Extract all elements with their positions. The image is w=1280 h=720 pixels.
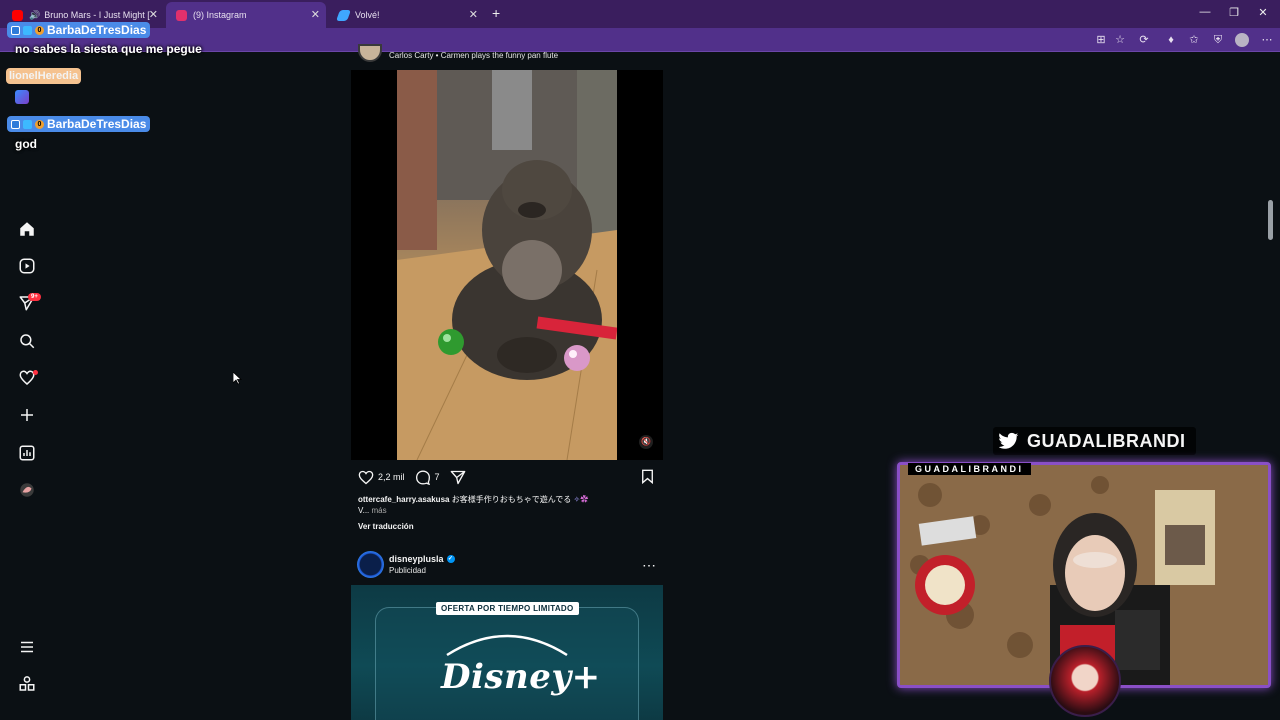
chart-icon[interactable] <box>17 443 37 463</box>
sponsored-label: Publicidad <box>389 566 426 575</box>
verified-badge-icon: ✓ <box>446 555 455 563</box>
share-icon[interactable] <box>450 470 466 485</box>
webcam-label: GUADALIBRANDI <box>908 463 1031 475</box>
messages-badge: 9+ <box>28 293 41 301</box>
search-icon[interactable] <box>17 331 37 351</box>
emoji-icon: ✿ <box>580 495 589 504</box>
favorite-star-icon[interactable]: ☆ <box>1113 33 1127 47</box>
home-icon[interactable] <box>17 219 37 239</box>
translate-link[interactable]: Ver traducción <box>358 522 414 531</box>
audio-attribution[interactable]: Carlos Carty • Carmen plays the funny pa… <box>389 51 558 60</box>
favorites-icon[interactable]: ✩ <box>1187 33 1201 47</box>
tab-title: (9) Instagram <box>193 10 247 20</box>
chat-message: god <box>15 137 37 151</box>
grid-icon[interactable] <box>17 674 37 694</box>
close-window-icon[interactable]: ✕ <box>1256 6 1270 19</box>
instagram-favicon-icon <box>176 9 187 21</box>
plus-icon[interactable] <box>17 405 37 425</box>
comments-count: 7 <box>434 472 440 482</box>
video-frame <box>397 70 617 460</box>
tab-instagram[interactable]: (9) Instagram ✕ <box>166 2 326 28</box>
chat-username: lionelHeredia <box>6 68 82 84</box>
caption-text: お客様手作りおもちゃで遊んでる <box>451 495 572 504</box>
caption-truncated: V... <box>358 506 370 515</box>
speaker-icon: 🔊 <box>29 9 41 20</box>
new-tab-button[interactable]: + <box>492 5 500 21</box>
ad-media[interactable]: OFERTA POR TIEMPO LIMITADO Disney+ <box>351 585 663 720</box>
scrollbar-thumb[interactable] <box>1268 200 1273 240</box>
chat-badge-icon <box>23 25 32 35</box>
notification-dot <box>33 370 38 375</box>
ad-banner: OFERTA POR TIEMPO LIMITADO <box>436 602 579 615</box>
ad-logo-text: Disney+ <box>441 657 601 697</box>
tab-title: Volvé! <box>355 10 380 20</box>
apps-icon[interactable]: ⊞ <box>1094 33 1108 47</box>
like-icon[interactable] <box>358 470 374 485</box>
vtuber-avatar <box>1049 645 1121 717</box>
twitter-handle-tag: GUADALIBRANDI <box>993 427 1196 455</box>
more-options-icon[interactable]: ⋯ <box>1260 33 1274 47</box>
likes-count: 2,2 mil <box>378 472 405 482</box>
otter-scene <box>397 70 617 460</box>
caption-username[interactable]: ottercafe_harry.asakusa <box>358 495 449 504</box>
menu-icon[interactable] <box>17 637 37 657</box>
mute-icon[interactable]: 🔇 <box>639 435 653 449</box>
chat-username: 0 BarbaDeTresDias <box>7 22 151 38</box>
badge-number: 0 <box>35 25 44 35</box>
disney-avatar[interactable] <box>357 551 384 578</box>
chat-username: 0 BarbaDeTresDias <box>7 116 151 132</box>
restore-icon[interactable]: ❐ <box>1227 6 1241 19</box>
badge-number: 0 <box>35 119 44 129</box>
post-actions: 2,2 mil 7 <box>358 469 466 485</box>
shield-icon[interactable]: ⛨ <box>1211 33 1225 47</box>
more-link[interactable]: más <box>372 506 387 515</box>
comment-icon[interactable] <box>415 469 431 485</box>
close-tab-icon[interactable]: ✕ <box>149 8 158 21</box>
emote-icon <box>15 90 29 104</box>
chat-message: no sabes la siesta que me pegue <box>15 42 202 56</box>
reel-video[interactable]: 🔇 <box>351 70 663 460</box>
subscriber-badge-icon <box>11 25 20 35</box>
reels-icon[interactable] <box>17 256 37 276</box>
post-username-row: disneyplusla ✓ <box>389 554 455 564</box>
bookmark-icon[interactable] <box>641 469 654 489</box>
browser-essentials-icon[interactable]: ♦ <box>1164 33 1178 47</box>
twitter-handle: GUADALIBRANDI <box>1027 430 1186 451</box>
post-username[interactable]: disneyplusla <box>389 554 444 564</box>
avatar-icon[interactable] <box>17 480 37 500</box>
subscriber-badge-icon <box>11 119 20 129</box>
mouse-cursor-icon <box>232 371 243 390</box>
browser-tab-bar: 🔊 Bruno Mars - I Just Might [Of ✕ (9) In… <box>0 0 1280 28</box>
close-tab-icon[interactable]: ✕ <box>311 8 320 21</box>
profile-avatar-icon[interactable] <box>1235 33 1249 47</box>
minimize-icon[interactable]: — <box>1198 6 1212 18</box>
post-caption: ottercafe_harry.asakusa お客様手作りおもちゃで遊んでる … <box>358 494 588 505</box>
tab-title: Bruno Mars - I Just Might [Of <box>44 10 151 20</box>
twitter-icon <box>999 432 1019 450</box>
more-options-icon[interactable]: ⋯ <box>642 557 657 574</box>
close-tab-icon[interactable]: ✕ <box>469 8 478 21</box>
youtube-favicon-icon <box>12 9 23 21</box>
tab-volve[interactable]: Volvé! ✕ <box>328 2 484 28</box>
chat-badge-icon <box>23 119 32 129</box>
caption-continued: V... más <box>358 506 387 515</box>
extensions-icon[interactable]: ⟳ <box>1137 33 1151 47</box>
rocket-favicon-icon <box>335 9 352 21</box>
